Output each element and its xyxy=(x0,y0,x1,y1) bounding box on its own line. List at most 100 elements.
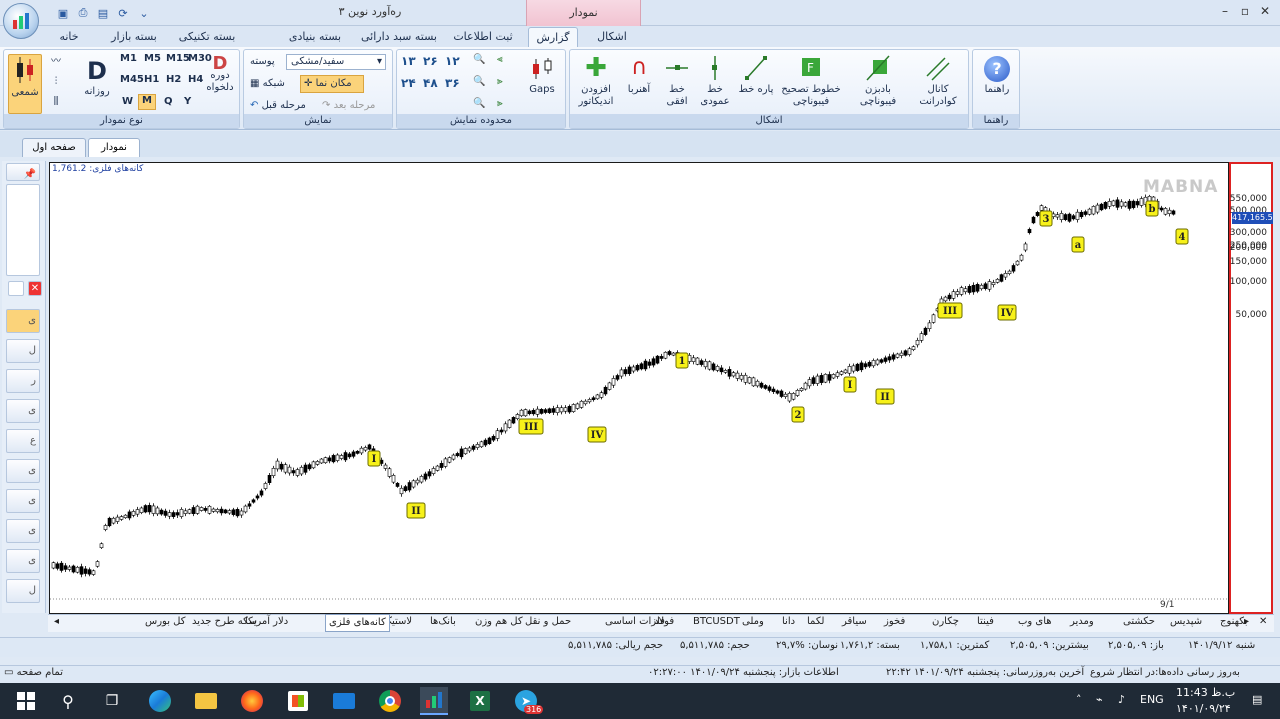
preview-icon[interactable]: ▤ xyxy=(95,5,111,21)
symbol-tab[interactable]: کل هم وزن xyxy=(475,616,523,627)
tf-monthly[interactable]: M xyxy=(138,94,156,110)
symbol-tab[interactable]: حکشتی xyxy=(1123,616,1155,627)
task-view-icon[interactable]: ❐ xyxy=(98,687,126,715)
symbol-tab[interactable]: چکارن xyxy=(932,616,959,627)
wave-label[interactable]: II xyxy=(406,502,426,519)
symbol-tab[interactable]: فلزات اساسی xyxy=(605,616,665,627)
scroll-end-icon[interactable]: ⫸ xyxy=(497,98,503,109)
tab-shapes[interactable]: اشکال xyxy=(590,27,634,48)
segment-button[interactable]: پاره خط xyxy=(738,54,774,96)
symbol-tab[interactable]: کل بورس xyxy=(145,616,186,627)
tool-9-icon[interactable]: ى xyxy=(6,549,40,573)
vertical-line-button[interactable]: خط عمودی xyxy=(698,54,732,108)
line-chart-button[interactable]: 〰 xyxy=(48,56,64,68)
wave-label[interactable]: IV xyxy=(587,426,607,443)
tab-portfolio[interactable]: بسته سبد دارائی xyxy=(360,27,438,48)
candle-chart-button[interactable]: شمعی xyxy=(8,54,42,114)
add-indicator-button[interactable]: ✚ افزودن اندیکاتور xyxy=(574,54,618,108)
tf-h1[interactable]: H1 xyxy=(144,74,159,85)
network-icon[interactable]: ⌁ xyxy=(1096,693,1103,706)
list-input[interactable] xyxy=(8,281,24,296)
tf-m5[interactable]: M5 xyxy=(144,53,161,64)
ohlc-chart-button[interactable]: ⫶ xyxy=(48,76,64,88)
notification-icon[interactable]: ▤ xyxy=(1252,693,1262,706)
price-chart[interactable]: IIIIIIIV12IIIIII IV3ab4 xyxy=(50,163,1230,615)
symbol-tab[interactable]: ومدیر xyxy=(1070,616,1094,627)
tab-home[interactable]: خانه xyxy=(52,27,86,48)
wave-label[interactable]: b xyxy=(1145,200,1159,217)
tab-report[interactable]: گزارش xyxy=(528,27,578,48)
tf-weekly[interactable]: W xyxy=(122,96,133,107)
cursor-button[interactable]: ✛ مکان نما xyxy=(300,75,364,93)
clock-time[interactable]: 11:43 ب.ظ xyxy=(1176,686,1235,699)
tab-chart[interactable]: نمودار xyxy=(88,138,140,157)
chrome-icon[interactable] xyxy=(376,687,404,715)
wave-label[interactable]: 4 xyxy=(1175,228,1189,245)
tool-7-icon[interactable]: ى xyxy=(6,489,40,513)
minimize-button[interactable]: – xyxy=(1216,4,1234,20)
symbol-tab[interactable]: کانه‌های فلزی xyxy=(325,614,390,632)
file-explorer-icon[interactable] xyxy=(192,687,220,715)
scroll-left-icon[interactable]: ◂ xyxy=(54,616,59,627)
tool-2-icon[interactable]: ل xyxy=(6,339,40,363)
range-13[interactable]: ۱۳ xyxy=(401,54,416,68)
save-icon[interactable]: ▣ xyxy=(55,5,71,21)
zoom-out-icon[interactable]: 🔍 xyxy=(473,76,485,87)
dropdown-icon[interactable]: ⌄ xyxy=(136,5,152,21)
excel-icon[interactable]: X xyxy=(466,687,494,715)
quadrant-channel-button[interactable]: کانال کوادرانت xyxy=(912,54,964,108)
tool-3-icon[interactable]: ر xyxy=(6,369,40,393)
daily-button[interactable]: D روزانه xyxy=(80,56,114,98)
tf-quarterly[interactable]: Q xyxy=(164,96,173,107)
delete-icon[interactable]: ✕ xyxy=(28,281,42,296)
wave-label[interactable]: III xyxy=(937,302,963,319)
range-36[interactable]: ۳۶ xyxy=(445,76,460,90)
magnet-button[interactable]: ∩ آهنربا xyxy=(622,54,656,96)
close-button[interactable]: ✕ xyxy=(1256,4,1274,20)
wave-label[interactable]: III xyxy=(518,418,544,435)
symbol-tab[interactable]: دانا xyxy=(782,616,795,627)
wave-label[interactable]: 1 xyxy=(675,352,689,369)
tool-8-icon[interactable]: ى xyxy=(6,519,40,543)
wave-label[interactable]: I xyxy=(843,376,857,393)
tf-m15[interactable]: M15 xyxy=(166,53,190,64)
rahavard-taskbar-icon[interactable] xyxy=(420,687,448,715)
tab-first-page[interactable]: صفحه اول xyxy=(22,138,86,157)
tab-technical[interactable]: بسته تکنیکی xyxy=(172,27,242,48)
full-page-toggle[interactable]: ▭ تمام صفحه xyxy=(4,667,63,678)
app-menu-button[interactable] xyxy=(3,3,39,39)
fib-retracement-button[interactable]: F خطوط تصحیح فیبوناچی xyxy=(780,54,842,108)
store-icon[interactable] xyxy=(284,687,312,715)
range-48[interactable]: ۴۸ xyxy=(423,76,438,90)
tray-chevron-icon[interactable]: ˄ xyxy=(1076,693,1082,706)
range-24[interactable]: ۲۴ xyxy=(401,76,416,90)
edge-icon[interactable] xyxy=(146,687,174,715)
custom-period-button[interactable]: D دوره دلخواه xyxy=(202,55,238,94)
prev-step-button[interactable]: ↶ مرحله قبل xyxy=(250,100,306,111)
range-12[interactable]: ۱۲ xyxy=(445,54,460,68)
symbol-tab[interactable]: فخوز xyxy=(884,616,905,627)
firefox-icon[interactable] xyxy=(238,687,266,715)
scroll-right-icon[interactable]: ⫸ xyxy=(497,76,503,87)
symbol-tab[interactable]: شپدیس xyxy=(1170,616,1202,627)
symbol-tab[interactable]: بکهنوج xyxy=(1220,616,1248,627)
tool-1-icon[interactable]: ى xyxy=(6,309,40,333)
tab-data-entry[interactable]: ثبت اطلاعات xyxy=(450,27,516,48)
skin-select[interactable]: سفید/مشکی ▾ xyxy=(286,54,386,70)
chart-canvas[interactable]: I II III IV 1 2 I II III IV 3 a b 4 xyxy=(49,162,1230,615)
range-26[interactable]: ۲۶ xyxy=(423,54,438,68)
horizontal-line-button[interactable]: خط افقی xyxy=(660,54,694,108)
symbol-tab[interactable]: BTCUSDT xyxy=(693,616,740,627)
price-scale[interactable]: 550,000 500,000 300,000 250,000 200,000 … xyxy=(1229,162,1273,614)
tf-m45[interactable]: M45 xyxy=(120,74,144,85)
symbol-tab[interactable]: فینتا xyxy=(977,616,994,627)
windows-start-icon[interactable] xyxy=(12,687,40,715)
tab-market[interactable]: بسته بازار xyxy=(103,27,165,48)
pin-icon[interactable]: 📌 xyxy=(6,163,40,181)
next-step-button[interactable]: ↷ مرحله بعد xyxy=(322,100,375,111)
grid-toggle[interactable]: ▦ شبکه xyxy=(250,78,285,89)
wave-label[interactable]: 3 xyxy=(1039,210,1053,227)
tool-6-icon[interactable]: ى xyxy=(6,459,40,483)
volume-icon[interactable]: ♪ xyxy=(1118,693,1125,706)
search-icon[interactable]: ⚲ xyxy=(54,687,82,715)
